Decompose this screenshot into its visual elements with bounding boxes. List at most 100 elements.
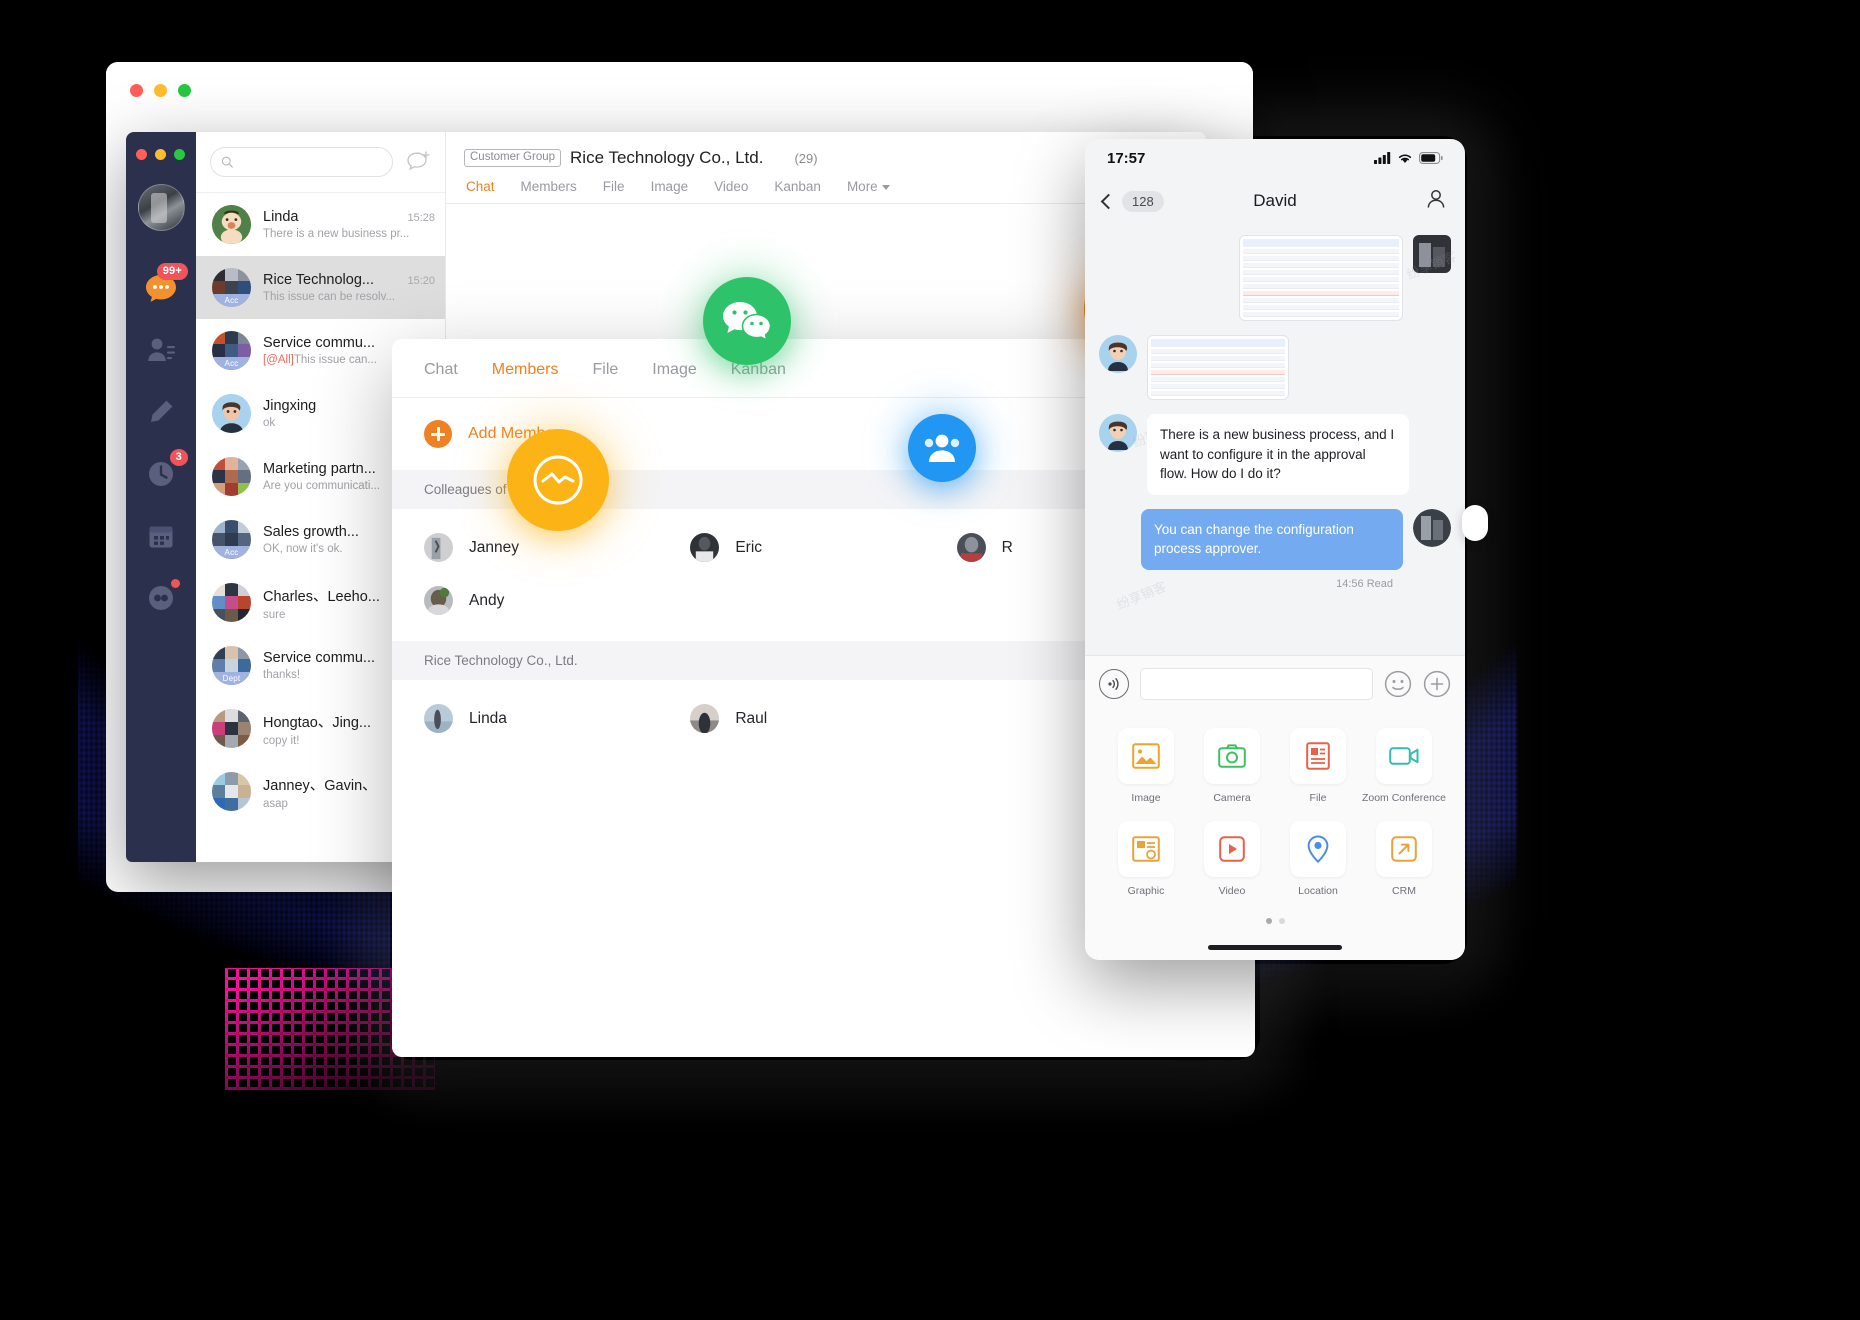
battery-icon	[1419, 152, 1443, 164]
tab-members[interactable]: Members	[521, 179, 577, 194]
panel-pager[interactable]	[1085, 916, 1465, 934]
panel-label: Location	[1298, 884, 1338, 897]
screenshot-stage: 99+ 3 Linda 15:28 There is a new busines…	[0, 0, 1860, 1320]
maximize-button[interactable]	[178, 84, 191, 97]
sidebar-item-history[interactable]: 3	[126, 443, 196, 505]
app-maximize-button[interactable]	[174, 149, 185, 160]
list-item[interactable]: Linda 15:28 There is a new business pr..…	[196, 193, 445, 256]
app-minimize-button[interactable]	[155, 149, 166, 160]
avatar-image	[1413, 235, 1451, 273]
app-traffic-lights[interactable]	[126, 149, 185, 160]
chat-time: 15:20	[407, 275, 435, 287]
message-bubble[interactable]: There is a new business process, and I w…	[1147, 414, 1409, 495]
location-tile	[1290, 820, 1346, 877]
avatar	[424, 704, 453, 733]
message-image[interactable]	[1147, 335, 1289, 400]
modal-tab-chat[interactable]: Chat	[424, 361, 458, 379]
app-close-button[interactable]	[136, 149, 147, 160]
list-item-content: Rice Technolog... 15:20 This issue can b…	[263, 272, 435, 303]
sidebar-item-calendar[interactable]	[126, 505, 196, 567]
contact-info-button[interactable]	[1425, 188, 1447, 215]
chat-list-toolbar	[196, 132, 445, 193]
avatar[interactable]	[137, 184, 185, 231]
new-chat-icon	[407, 151, 430, 171]
list-item[interactable]: Raul	[690, 692, 956, 745]
message-bubble[interactable]: You can change the configuration process…	[1141, 508, 1403, 570]
emoji-button[interactable]	[1384, 670, 1412, 698]
tab-image[interactable]: Image	[651, 179, 689, 194]
panel-item-zoom-conference[interactable]: Zoom Conference	[1361, 727, 1447, 815]
tab-chat[interactable]: Chat	[466, 179, 495, 194]
modal-tab-file[interactable]: File	[592, 361, 618, 379]
sidebar-item-apps[interactable]	[126, 567, 196, 629]
minimize-button[interactable]	[154, 84, 167, 97]
list-item[interactable]: Eric	[690, 521, 956, 574]
search-box[interactable]	[210, 147, 393, 177]
panel-label: Zoom Conference	[1361, 791, 1447, 804]
avatar-image	[212, 205, 251, 244]
avatar	[1413, 508, 1451, 547]
avatar-collage	[212, 709, 251, 748]
chat-tag: Acc	[212, 294, 251, 307]
chat-time: 15:28	[407, 212, 435, 224]
traffic-lights[interactable]	[130, 84, 191, 97]
avatar-collage	[212, 772, 251, 811]
panel-item-image[interactable]: Image	[1103, 727, 1189, 815]
close-button[interactable]	[130, 84, 143, 97]
panel-item-location[interactable]: Location	[1275, 820, 1361, 908]
chat-tag: Acc	[212, 546, 251, 559]
message-image[interactable]	[1239, 235, 1403, 321]
avatar-image	[1099, 335, 1137, 373]
avatar	[424, 586, 453, 615]
pager-dot-1[interactable]	[1265, 918, 1272, 924]
panel-item-crm[interactable]: CRM	[1361, 820, 1447, 908]
panel-item-video[interactable]: Video	[1189, 820, 1275, 908]
blue-bubble[interactable]	[908, 414, 976, 482]
list-item[interactable]: Andy	[424, 574, 690, 627]
status-time: 17:57	[1107, 149, 1146, 167]
home-indicator	[1085, 934, 1465, 960]
voice-icon	[1108, 677, 1119, 690]
plus-icon	[424, 420, 452, 448]
modal-tab-image[interactable]: Image	[652, 361, 696, 379]
video-icon	[1219, 836, 1245, 862]
avatar	[1413, 235, 1451, 273]
list-item[interactable]: Acc Rice Technolog... 15:20 This issue c…	[196, 256, 445, 319]
smiley-icon	[1384, 670, 1412, 697]
member-name: Raul	[735, 709, 768, 727]
sidebar-item-contacts[interactable]	[126, 319, 196, 381]
voice-input-button[interactable]	[1099, 668, 1129, 699]
tab-file[interactable]: File	[603, 179, 625, 194]
modal-tab-members[interactable]: Members	[492, 361, 559, 379]
image-rows	[1151, 349, 1285, 396]
list-item[interactable]: Linda	[424, 692, 690, 745]
tab-video[interactable]: Video	[714, 179, 748, 194]
avatar	[424, 533, 453, 562]
chat-name: Linda	[263, 209, 299, 225]
location-icon	[1307, 835, 1329, 863]
mobile-chat-panel: 17:57 128 David 纷享销客 纷享销客 纷享销客	[1085, 139, 1465, 960]
more-actions-button[interactable]	[1423, 670, 1451, 698]
avatar: Dept	[212, 646, 251, 685]
sidebar-item-compose[interactable]	[126, 381, 196, 443]
message-input[interactable]	[1140, 667, 1373, 700]
search-input[interactable]	[239, 155, 382, 169]
avatar-image	[1413, 508, 1451, 547]
panel-item-graphic[interactable]: Graphic	[1103, 820, 1189, 908]
member-name: Andy	[469, 591, 505, 609]
wechat-bubble[interactable]	[703, 277, 791, 365]
sidebar-item-chats[interactable]: 99+	[126, 257, 196, 319]
avatar-image	[956, 533, 986, 562]
tab-more[interactable]: More	[847, 179, 890, 194]
tab-kanban[interactable]: Kanban	[774, 179, 821, 194]
back-button[interactable]: 128	[1100, 190, 1164, 212]
image-icon	[1132, 742, 1160, 769]
panel-item-camera[interactable]: Camera	[1189, 727, 1275, 815]
panel-item-file[interactable]: File	[1275, 727, 1361, 815]
chat-tag: Acc	[212, 357, 251, 370]
avatar-image	[424, 533, 453, 562]
yellow-bubble[interactable]	[507, 429, 609, 531]
side-handle[interactable]	[1462, 505, 1488, 541]
new-chat-button[interactable]	[403, 147, 433, 177]
pager-dot-2[interactable]	[1278, 918, 1285, 924]
